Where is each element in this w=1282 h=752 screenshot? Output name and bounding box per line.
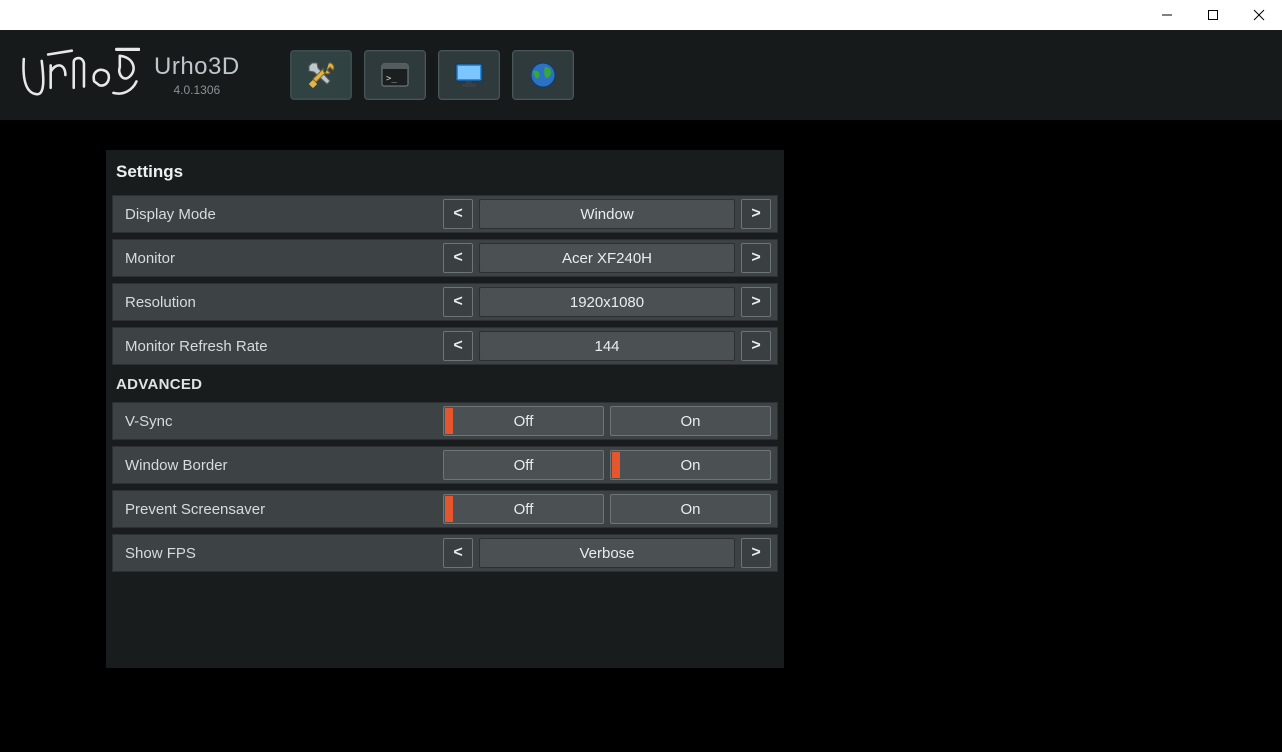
window-border-off-button[interactable]: Off — [443, 450, 604, 480]
section-advanced-title: ADVANCED — [106, 368, 784, 399]
label-resolution: Resolution — [113, 294, 443, 311]
display-mode-prev-button[interactable]: < — [443, 199, 473, 229]
app-version: 4.0.1306 — [173, 83, 220, 97]
resolution-next-button[interactable]: > — [741, 287, 771, 317]
row-display-mode: Display Mode < Window > — [112, 195, 778, 233]
show-fps-next-button[interactable]: > — [741, 538, 771, 568]
display-mode-value[interactable]: Window — [479, 199, 735, 229]
row-resolution: Resolution < 1920x1080 > — [112, 283, 778, 321]
vsync-off-label: Off — [514, 413, 534, 430]
row-show-fps: Show FPS < Verbose > — [112, 534, 778, 572]
monitor-prev-button[interactable]: < — [443, 243, 473, 273]
content-area: Settings Display Mode < Window > Monitor… — [0, 120, 1282, 752]
tab-terminal[interactable]: >_ — [364, 50, 426, 100]
show-fps-prev-button[interactable]: < — [443, 538, 473, 568]
logo-block: Urho3D 4.0.1306 — [10, 43, 240, 107]
svg-text:>_: >_ — [386, 74, 397, 84]
title-block: Urho3D 4.0.1306 — [154, 53, 240, 97]
show-fps-value[interactable]: Verbose — [479, 538, 735, 568]
tab-display[interactable] — [438, 50, 500, 100]
vsync-on-button[interactable]: On — [610, 406, 771, 436]
label-prevent-screensaver: Prevent Screensaver — [113, 501, 443, 518]
label-vsync: V-Sync — [113, 413, 443, 430]
prevent-screensaver-off-button[interactable]: Off — [443, 494, 604, 524]
selected-marker-icon — [612, 452, 620, 478]
app-root: Urho3D 4.0.1306 >_ — [0, 30, 1282, 752]
window-border-on-label: On — [680, 457, 700, 474]
monitor-next-button[interactable]: > — [741, 243, 771, 273]
window-close-button[interactable] — [1236, 0, 1282, 30]
terminal-icon: >_ — [379, 59, 411, 91]
tools-icon — [305, 59, 337, 91]
row-vsync: V-Sync Off On — [112, 402, 778, 440]
refresh-rate-next-button[interactable]: > — [741, 331, 771, 361]
selected-marker-icon — [445, 408, 453, 434]
prevent-screensaver-on-button[interactable]: On — [610, 494, 771, 524]
selected-marker-icon — [445, 496, 453, 522]
row-monitor: Monitor < Acer XF240H > — [112, 239, 778, 277]
refresh-rate-prev-button[interactable]: < — [443, 331, 473, 361]
resolution-value[interactable]: 1920x1080 — [479, 287, 735, 317]
window-minimize-button[interactable] — [1144, 0, 1190, 30]
label-display-mode: Display Mode — [113, 206, 443, 223]
panel-title: Settings — [106, 150, 784, 192]
label-monitor: Monitor — [113, 250, 443, 267]
window-titlebar — [0, 0, 1282, 30]
prevent-screensaver-on-label: On — [680, 501, 700, 518]
app-header: Urho3D 4.0.1306 >_ — [0, 30, 1282, 120]
monitor-icon — [453, 59, 485, 91]
monitor-value[interactable]: Acer XF240H — [479, 243, 735, 273]
window-border-off-label: Off — [514, 457, 534, 474]
vsync-on-label: On — [680, 413, 700, 430]
logo-icon — [10, 43, 140, 107]
prevent-screensaver-off-label: Off — [514, 501, 534, 518]
vsync-off-button[interactable]: Off — [443, 406, 604, 436]
header-tabs: >_ — [290, 50, 574, 100]
label-show-fps: Show FPS — [113, 545, 443, 562]
tab-network[interactable] — [512, 50, 574, 100]
refresh-rate-value[interactable]: 144 — [479, 331, 735, 361]
display-mode-next-button[interactable]: > — [741, 199, 771, 229]
globe-icon — [527, 59, 559, 91]
window-maximize-button[interactable] — [1190, 0, 1236, 30]
app-title: Urho3D — [154, 53, 240, 81]
row-refresh-rate: Monitor Refresh Rate < 144 > — [112, 327, 778, 365]
label-window-border: Window Border — [113, 457, 443, 474]
row-window-border: Window Border Off On — [112, 446, 778, 484]
row-prevent-screensaver: Prevent Screensaver Off On — [112, 490, 778, 528]
resolution-prev-button[interactable]: < — [443, 287, 473, 317]
window-border-on-button[interactable]: On — [610, 450, 771, 480]
settings-panel: Settings Display Mode < Window > Monitor… — [106, 150, 784, 668]
label-refresh-rate: Monitor Refresh Rate — [113, 338, 443, 355]
tab-settings[interactable] — [290, 50, 352, 100]
